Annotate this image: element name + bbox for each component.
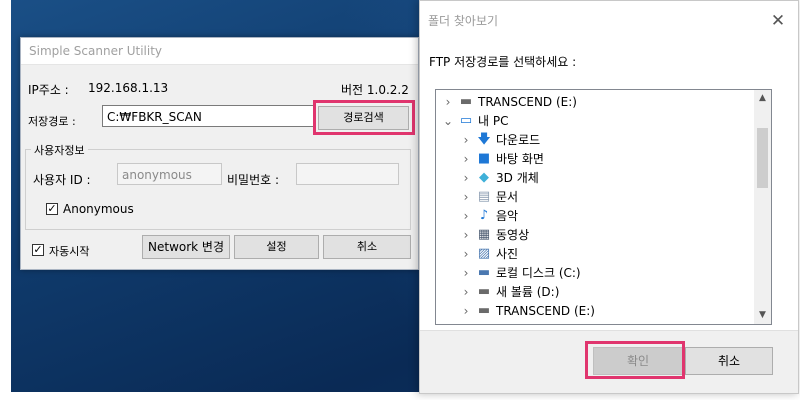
- picture-icon: ▨: [477, 246, 491, 261]
- tree-item-label: 음악: [496, 209, 519, 223]
- chevron-right-icon[interactable]: ›: [460, 131, 472, 150]
- password-field[interactable]: [296, 163, 399, 185]
- tree-scrollbar[interactable]: ▲ ▼: [754, 90, 771, 324]
- drive-icon: ▬: [477, 284, 491, 299]
- local-disk-icon: ▬: [477, 265, 491, 280]
- video-icon: ▦: [477, 227, 491, 242]
- dialog-footer: 확인 취소: [420, 330, 798, 393]
- tree-item-label: 새 볼륨 (D:): [496, 285, 560, 299]
- tree-item-label: 로컬 디스크 (C:): [496, 266, 581, 280]
- chevron-right-icon[interactable]: ›: [460, 207, 472, 226]
- close-icon[interactable]: ✕: [768, 11, 788, 31]
- tree-item[interactable]: › ♪ 음악: [436, 207, 756, 226]
- folder-browse-dialog: 폴더 찾아보기 ✕ FTP 저장경로를 선택하세요 : › ▬ TRANSCEND …: [419, 0, 799, 394]
- document-icon: ▤: [477, 189, 491, 204]
- chevron-down-icon[interactable]: ⌄: [442, 112, 454, 131]
- dialog-title: 폴더 찾아보기: [428, 14, 499, 28]
- drive-icon: ▬: [477, 303, 491, 318]
- autostart-label: 자동시작: [49, 245, 90, 258]
- drive-icon: ▬: [459, 94, 473, 109]
- window-title: Simple Scanner Utility: [21, 38, 418, 65]
- user-info-group: [25, 149, 411, 230]
- anonymous-label: Anonymous: [63, 202, 134, 216]
- scroll-thumb[interactable]: [757, 128, 768, 188]
- chevron-right-icon[interactable]: ›: [442, 93, 454, 112]
- user-id-field[interactable]: anonymous: [117, 163, 222, 185]
- tree-item-label: 다운로드: [496, 133, 541, 147]
- tree-item[interactable]: › ▦ 동영상: [436, 226, 756, 245]
- anonymous-checkbox[interactable]: ✓: [46, 203, 58, 215]
- tree-item[interactable]: › ▤ 문서: [436, 188, 756, 207]
- folder-tree[interactable]: › ▬ TRANSCEND (E:) ⌄ ▭ 내 PC › 🡇 다운로드 › ■ 바탕 화면 › ◆ 3D …: [435, 89, 772, 325]
- chevron-right-icon[interactable]: ›: [460, 283, 472, 302]
- cancel-button[interactable]: 취소: [323, 235, 411, 259]
- user-info-title: 사용자정보: [31, 142, 88, 158]
- computer-icon: ▭: [459, 113, 473, 128]
- path-field[interactable]: C:₩FBKR_SCAN: [102, 105, 314, 127]
- tree-item-label: 문서: [496, 190, 519, 204]
- network-change-button[interactable]: Network 변경: [142, 235, 230, 259]
- dialog-cancel-button[interactable]: 취소: [685, 347, 773, 375]
- 3d-objects-icon: ◆: [479, 170, 489, 185]
- ip-label: IP주소 :: [28, 83, 69, 97]
- tree-item[interactable]: ⌄ ▭ 내 PC: [436, 112, 756, 131]
- tree-item[interactable]: › ▬ 로컬 디스크 (C:): [436, 264, 756, 283]
- chevron-right-icon[interactable]: ›: [460, 150, 472, 169]
- ip-value: 192.168.1.13: [88, 81, 169, 95]
- tree-item-label: 사진: [496, 247, 519, 261]
- tree-item-label: 바탕 화면: [496, 152, 544, 166]
- version-text: 버전 1.0.2.2: [341, 83, 409, 97]
- download-icon: 🡇: [477, 132, 491, 147]
- chevron-right-icon[interactable]: ›: [460, 169, 472, 188]
- tree-item[interactable]: › ◆ 3D 개체: [436, 169, 756, 188]
- path-label: 저장경로 :: [28, 115, 76, 128]
- dialog-instruction: FTP 저장경로를 선택하세요 :: [429, 55, 577, 69]
- tree-item[interactable]: › ▨ 사진: [436, 245, 756, 264]
- tree-item-label: TRANSCEND (E:): [496, 304, 595, 318]
- tree-item[interactable]: › ■ 바탕 화면: [436, 150, 756, 169]
- tree-item-label: 3D 개체: [496, 171, 539, 185]
- tree-item[interactable]: › ▬ TRANSCEND (E:): [436, 93, 756, 112]
- tree-item[interactable]: › ▬ 새 볼륨 (D:): [436, 283, 756, 302]
- chevron-right-icon[interactable]: ›: [460, 264, 472, 283]
- tree-item-label: 동영상: [496, 228, 530, 242]
- tree-item[interactable]: › ▬ TRANSCEND (E:): [436, 302, 756, 321]
- settings-button[interactable]: 설정: [234, 235, 319, 259]
- scroll-up-icon[interactable]: ▲: [754, 90, 771, 107]
- tree-item-label: TRANSCEND (E:): [478, 95, 577, 109]
- desktop-icon: ■: [477, 151, 491, 166]
- password-label: 비밀번호 :: [227, 173, 280, 187]
- ok-button-highlight: [585, 341, 685, 379]
- chevron-right-icon[interactable]: ›: [460, 302, 472, 321]
- browse-path-highlight: [313, 100, 415, 135]
- scanner-window: Simple Scanner Utility IP주소 : 192.168.1.…: [20, 37, 419, 270]
- scroll-down-icon[interactable]: ▼: [754, 307, 771, 324]
- tree-item[interactable]: › 🡇 다운로드: [436, 131, 756, 150]
- autostart-checkbox[interactable]: ✓: [32, 244, 44, 256]
- chevron-right-icon[interactable]: ›: [460, 226, 472, 245]
- user-id-label: 사용자 ID :: [33, 173, 91, 187]
- tree-item-label: 내 PC: [478, 114, 509, 128]
- chevron-right-icon[interactable]: ›: [460, 188, 472, 207]
- chevron-right-icon[interactable]: ›: [460, 245, 472, 264]
- music-icon: ♪: [479, 208, 489, 223]
